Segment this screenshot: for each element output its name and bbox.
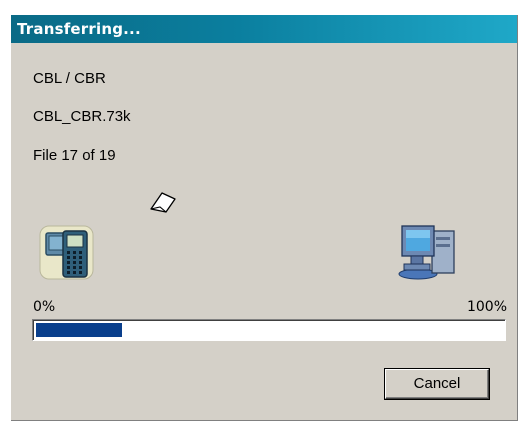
paper-icon <box>150 192 176 213</box>
file-name: CBL_CBR.73k <box>33 108 131 125</box>
computer-icon <box>398 225 455 280</box>
transfer-dialog: Transferring... CBL / CBR CBL_CBR.73k Fi… <box>11 15 518 421</box>
file-count: File 17 of 19 <box>33 147 116 164</box>
window-title: Transferring... <box>11 15 517 43</box>
progress-min-label: 0% <box>33 299 56 315</box>
progress-bar <box>32 319 506 341</box>
calculator-icon <box>39 225 94 280</box>
progress-fill <box>36 323 122 337</box>
cancel-button[interactable]: Cancel <box>385 369 489 399</box>
progress-max-label: 100% <box>466 299 507 315</box>
device-name: CBL / CBR <box>33 70 106 87</box>
